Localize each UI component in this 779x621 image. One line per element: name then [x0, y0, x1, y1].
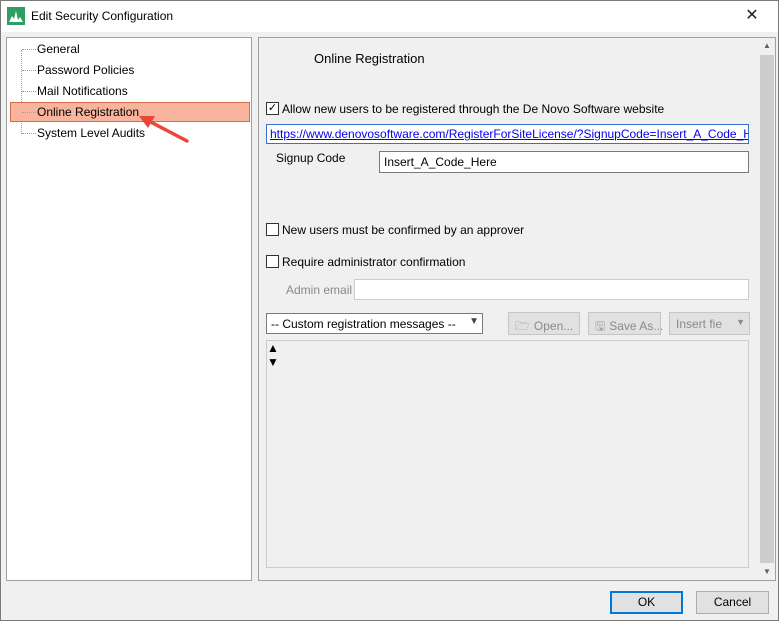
tree-item-mail-notifications[interactable]: Mail Notifications	[9, 81, 249, 101]
tree-connector	[22, 133, 36, 134]
tree-item-online-registration[interactable]: Online Registration	[9, 102, 250, 122]
tree-item-label: General	[37, 42, 80, 56]
scroll-down-icon[interactable]: ▼	[759, 564, 775, 580]
admin-email-label: Admin email	[286, 283, 353, 297]
save-as-button-label: Save As...	[609, 319, 664, 333]
admin-confirm-label: Require administrator confirmation	[282, 254, 466, 269]
allow-registration-label: Allow new users to be registered through…	[282, 101, 665, 116]
approver-confirm-checkbox[interactable]	[266, 223, 279, 237]
admin-confirm-checkbox[interactable]	[266, 255, 279, 269]
custom-messages-select-value: -- Custom registration messages --	[271, 317, 456, 331]
message-scrollbar[interactable]: ▲ ▼	[267, 341, 748, 369]
title-bar: Edit Security Configuration ✕	[1, 1, 778, 32]
annotation-arrow-icon	[139, 116, 189, 143]
tree-item-label: System Level Audits	[37, 126, 146, 140]
tree-item-label: Password Policies	[37, 63, 135, 77]
tree-item-label: Online Registration	[37, 105, 140, 119]
tree-connector	[22, 91, 36, 92]
tree-connector	[22, 112, 36, 113]
message-text-area[interactable]: ▲ ▼	[266, 340, 749, 568]
scroll-up-icon[interactable]: ▲	[759, 38, 775, 54]
admin-email-input[interactable]	[354, 279, 749, 300]
tree-item-general[interactable]: General	[9, 39, 249, 59]
folder-open-icon: 🗁	[515, 319, 530, 333]
settings-tree: General Password Policies Mail Notificat…	[6, 37, 252, 581]
ok-button[interactable]: OK	[610, 591, 683, 614]
tree-item-system-level-audits[interactable]: System Level Audits	[9, 123, 249, 143]
cancel-button[interactable]: Cancel	[696, 591, 769, 614]
save-icon: 🖫	[595, 319, 606, 333]
signup-code-label: Signup Code	[276, 151, 346, 165]
app-logo-icon	[7, 7, 25, 25]
approver-confirm-option[interactable]: New users must be confirmed by an approv…	[266, 222, 524, 238]
open-button-label: Open...	[533, 319, 574, 333]
save-as-button[interactable]: 🖫 Save As...	[588, 312, 664, 335]
tree-connector	[22, 49, 36, 50]
registration-url-link[interactable]: https://www.denovosoftware.com/RegisterF…	[266, 124, 749, 144]
custom-messages-select[interactable]: -- Custom registration messages -- ▼	[266, 313, 483, 334]
open-button[interactable]: 🗁 Open...	[508, 312, 580, 335]
tree-item-label: Mail Notifications	[37, 84, 128, 98]
tree-connector	[22, 70, 36, 71]
panel-scrollbar[interactable]: ▲ ▼	[759, 38, 775, 580]
signup-code-input[interactable]: Insert_A_Code_Here	[379, 151, 749, 173]
close-icon[interactable]: ✕	[739, 4, 765, 28]
allow-registration-checkbox[interactable]: ✓	[266, 102, 279, 116]
tree-item-password-policies[interactable]: Password Policies	[9, 60, 249, 80]
insert-field-button-label: Insert fie	[676, 317, 723, 331]
chevron-down-icon: ▼	[736, 317, 745, 327]
dialog-window: Edit Security Configuration ✕ General Pa…	[0, 0, 779, 621]
admin-confirm-option[interactable]: Require administrator confirmation	[266, 254, 465, 270]
approver-confirm-label: New users must be confirmed by an approv…	[282, 222, 525, 237]
allow-registration-option[interactable]: ✓ Allow new users to be registered throug…	[266, 101, 664, 117]
chevron-down-icon: ▼	[469, 316, 479, 327]
window-title: Edit Security Configuration	[31, 9, 174, 23]
online-registration-panel: Online Registration ✓ Allow new users to …	[258, 37, 776, 581]
scroll-up-icon[interactable]: ▲	[267, 341, 748, 355]
section-title: Online Registration	[314, 51, 425, 66]
scroll-thumb[interactable]	[760, 55, 774, 563]
insert-field-button[interactable]: Insert fie ▼	[669, 312, 750, 335]
scroll-down-icon[interactable]: ▼	[267, 355, 748, 369]
